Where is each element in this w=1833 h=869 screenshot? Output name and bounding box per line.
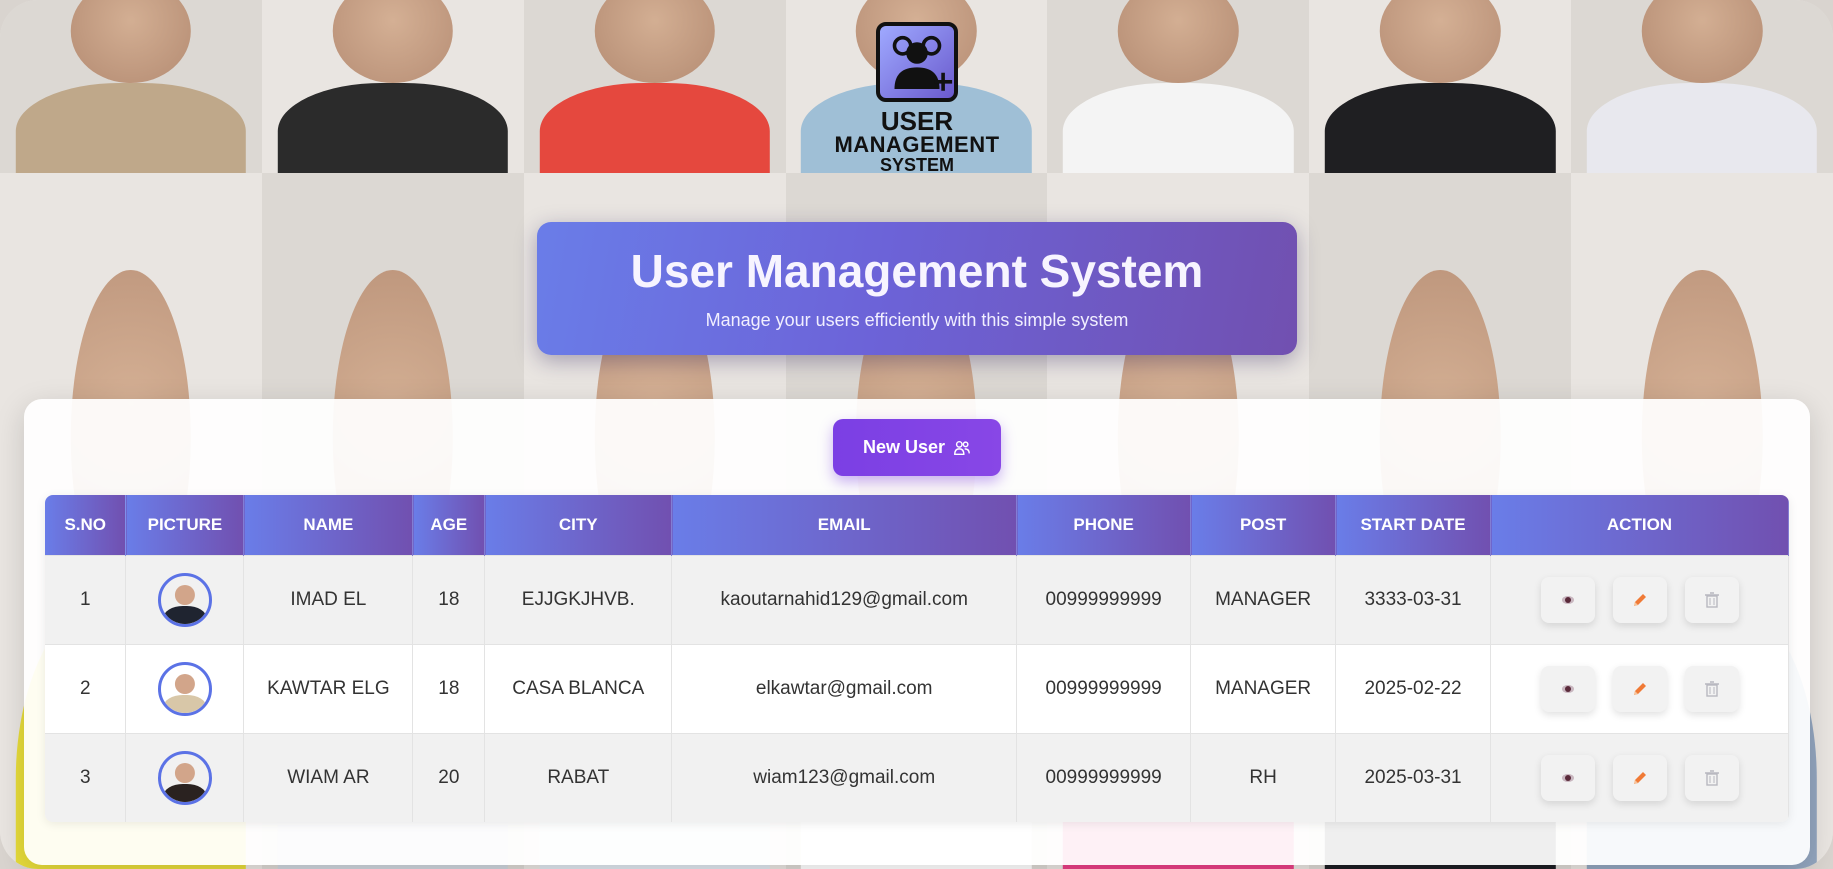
users-table: S.NO PICTURE NAME AGE CITY EMAIL PHONE P… — [45, 495, 1789, 822]
logo-line-3: SYSTEM — [879, 155, 954, 175]
pencil-icon — [1633, 683, 1646, 695]
cell-action — [1490, 733, 1789, 822]
cell-city: RABAT — [484, 733, 673, 822]
cell-start-date: 3333-03-31 — [1335, 555, 1491, 645]
page-subtitle: Manage your users efficiently with this … — [705, 310, 1129, 331]
cell-phone: 00999999999 — [1016, 644, 1192, 734]
delete-button[interactable] — [1684, 577, 1739, 623]
column-header-start-date[interactable]: START DATE — [1335, 495, 1491, 556]
background-person-photo — [1571, 0, 1833, 173]
cell-name: WIAM AR — [243, 733, 414, 822]
logo-line-2: MANAGEMENT — [834, 132, 1000, 157]
hero-banner: User Management System Manage your users… — [537, 222, 1297, 355]
table-row: 2 KAWTAR ELG 18 CASA BLANCA elkawtar@gma… — [45, 644, 1789, 734]
cell-picture — [125, 555, 245, 645]
cell-email: wiam123@gmail.com — [671, 733, 1018, 822]
cell-sno: 1 — [45, 555, 127, 645]
table-row: 3 WIAM AR 20 RABAT wiam123@gmail.com 009… — [45, 733, 1789, 822]
user-add-logo-icon — [876, 22, 958, 102]
cell-start-date: 2025-02-22 — [1335, 644, 1491, 734]
cell-city: EJJGKJHVB. — [484, 555, 673, 645]
view-button[interactable] — [1540, 666, 1595, 712]
delete-button[interactable] — [1684, 666, 1739, 712]
cell-email: kaoutarnahid129@gmail.com — [671, 555, 1018, 645]
cell-post: RH — [1190, 733, 1337, 822]
new-user-button[interactable]: New User — [833, 419, 1001, 476]
column-header-name[interactable]: NAME — [243, 495, 414, 556]
cell-start-date: 2025-03-31 — [1335, 733, 1491, 822]
background-person-photo — [1047, 0, 1310, 173]
eye-icon — [1561, 774, 1574, 782]
table-header-row: S.NO PICTURE NAME AGE CITY EMAIL PHONE P… — [45, 495, 1789, 556]
cell-age: 18 — [412, 644, 486, 734]
row-actions — [1491, 666, 1788, 712]
avatar[interactable] — [157, 751, 212, 805]
row-actions — [1491, 577, 1788, 623]
cell-name: KAWTAR ELG — [243, 644, 414, 734]
column-header-picture[interactable]: PICTURE — [125, 495, 245, 556]
view-button[interactable] — [1540, 577, 1595, 623]
app-logo: USER MANAGEMENT SYSTEM — [834, 22, 1000, 182]
new-user-label: New User — [862, 437, 946, 457]
cell-post: MANAGER — [1190, 555, 1337, 645]
column-header-email[interactable]: EMAIL — [671, 495, 1018, 556]
cell-phone: 00999999999 — [1016, 733, 1192, 822]
cell-age: 18 — [412, 555, 486, 645]
cell-name: IMAD EL — [243, 555, 414, 645]
column-header-post[interactable]: POST — [1190, 495, 1337, 556]
cell-action — [1490, 555, 1789, 645]
cell-action — [1490, 644, 1789, 734]
column-header-sno[interactable]: S.NO — [45, 495, 127, 556]
trash-icon — [1704, 681, 1719, 697]
pencil-icon — [1633, 594, 1646, 606]
cell-sno: 3 — [45, 733, 127, 822]
background-person-photo — [261, 0, 524, 173]
avatar[interactable] — [157, 573, 212, 627]
row-actions — [1491, 755, 1788, 801]
delete-button[interactable] — [1684, 755, 1739, 801]
pencil-icon — [1633, 772, 1646, 784]
cell-age: 20 — [412, 733, 486, 822]
table-row: 1 IMAD EL 18 EJJGKJHVB. kaoutarnahid129@… — [45, 555, 1789, 645]
cell-email: elkawtar@gmail.com — [671, 644, 1018, 734]
cell-post: MANAGER — [1190, 644, 1337, 734]
background-person-photo — [1309, 0, 1572, 173]
avatar[interactable] — [157, 662, 212, 716]
trash-icon — [1704, 592, 1719, 608]
view-button[interactable] — [1540, 755, 1595, 801]
background-person-photo — [523, 0, 786, 173]
column-header-action: ACTION — [1490, 495, 1789, 556]
cell-sno: 2 — [45, 644, 127, 734]
cell-picture — [125, 644, 245, 734]
column-header-city[interactable]: CITY — [484, 495, 673, 556]
edit-button[interactable] — [1612, 666, 1667, 712]
eye-icon — [1561, 685, 1574, 693]
cell-phone: 00999999999 — [1016, 555, 1192, 645]
logo-text: USER MANAGEMENT SYSTEM — [834, 108, 1000, 174]
eye-icon — [1561, 596, 1574, 604]
users-icon — [954, 440, 970, 455]
edit-button[interactable] — [1612, 577, 1667, 623]
background-person-photo — [0, 0, 262, 173]
users-panel: New User S.NO PICTURE NAME AGE CITY EMAI… — [24, 399, 1810, 865]
cell-picture — [125, 733, 245, 822]
column-header-phone[interactable]: PHONE — [1016, 495, 1192, 556]
page-title: User Management System — [630, 244, 1204, 297]
edit-button[interactable] — [1612, 755, 1667, 801]
logo-line-1: USER — [880, 106, 954, 136]
trash-icon — [1704, 770, 1719, 786]
cell-city: CASA BLANCA — [484, 644, 673, 734]
column-header-age[interactable]: AGE — [412, 495, 486, 556]
